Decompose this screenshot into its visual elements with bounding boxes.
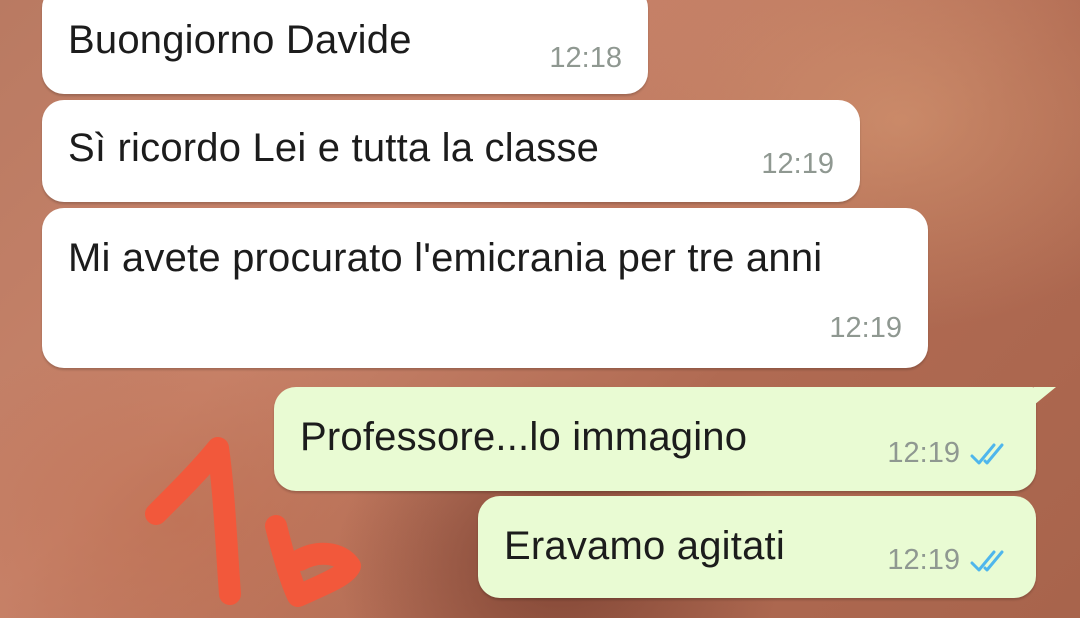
read-double-check-icon [970, 443, 1004, 464]
incoming-message-bubble[interactable]: Sì ricordo Lei e tutta la classe 12:19 [42, 100, 860, 202]
message-time: 12:19 [761, 148, 834, 180]
message-text: Eravamo agitati [504, 524, 785, 568]
message-time: 12:18 [549, 42, 622, 74]
message-text: Mi avete procurato l'emicrania per tre a… [68, 236, 823, 280]
incoming-message-bubble[interactable]: Buongiorno Davide 12:18 [42, 0, 648, 94]
incoming-message-bubble[interactable]: Mi avete procurato l'emicrania per tre a… [42, 208, 928, 368]
message-time: 12:19 [887, 544, 960, 576]
read-double-check-icon [970, 550, 1004, 571]
chat-conversation: Buongiorno Davide 12:18 Sì ricordo Lei e… [0, 0, 1080, 618]
message-text: Professore...lo immagino [300, 415, 748, 459]
message-time: 12:19 [887, 437, 960, 469]
message-text: Buongiorno Davide [68, 18, 412, 62]
bubble-tail [1034, 387, 1056, 405]
message-text: Sì ricordo Lei e tutta la classe [68, 126, 600, 170]
outgoing-message-bubble[interactable]: Eravamo agitati 12:19 [478, 496, 1036, 598]
message-time: 12:19 [829, 312, 902, 344]
outgoing-message-bubble[interactable]: Professore...lo immagino 12:19 [274, 387, 1056, 491]
